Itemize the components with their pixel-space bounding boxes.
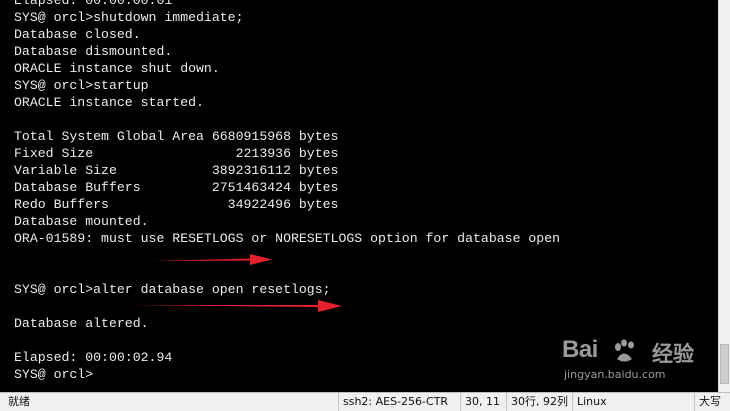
status-connection: ssh2: AES-256-CTR — [338, 393, 460, 411]
terminal-lines: Elapsed: 00:00:00.01 SYS@ orcl>shutdown … — [14, 0, 714, 383]
status-cursor: 30, 11 — [460, 393, 506, 411]
terminal-line: Database altered. — [14, 316, 149, 331]
terminal-line: Elapsed: 00:00:00.01 — [14, 0, 173, 8]
terminal-prompt-line: SYS@ orcl> — [14, 367, 94, 382]
terminal-line: Redo Buffers 34922496 bytes — [14, 197, 339, 212]
terminal-line: SYS@ orcl>startup — [14, 78, 149, 93]
terminal-line: Variable Size 3892316112 bytes — [14, 163, 339, 178]
terminal-line: Database mounted. — [14, 214, 149, 229]
scrollbar-thumb[interactable] — [720, 344, 729, 384]
terminal-error-line: ORA-01589: must use RESETLOGS or NORESET… — [14, 231, 561, 246]
terminal-output[interactable]: Elapsed: 00:00:00.01 SYS@ orcl>shutdown … — [0, 0, 718, 392]
status-bar: 就绪 ssh2: AES-256-CTR 30, 11 30行, 92列 Lin… — [0, 392, 730, 411]
terminal-line: Fixed Size 2213936 bytes — [14, 146, 339, 161]
terminal-line: ORACLE instance started. — [14, 95, 204, 110]
terminal-line: SYS@ orcl>shutdown immediate; — [14, 10, 244, 25]
terminal-line: Database closed. — [14, 27, 141, 42]
status-position: 30行, 92列 — [506, 393, 572, 411]
terminal-command-line: SYS@ orcl>alter database open resetlogs; — [14, 282, 331, 297]
status-os: Linux — [572, 393, 694, 411]
terminal-line: ORACLE instance shut down. — [14, 61, 220, 76]
terminal-line: Database dismounted. — [14, 44, 173, 59]
red-arrow-annotation-1 — [152, 254, 272, 265]
status-ready: 就绪 — [8, 395, 30, 408]
terminal-line: Database Buffers 2751463424 bytes — [14, 180, 339, 195]
red-arrow-annotation-2 — [130, 300, 342, 312]
vertical-scrollbar[interactable] — [718, 0, 730, 392]
terminal-line: Total System Global Area 6680915968 byte… — [14, 129, 339, 144]
status-caps: 大写 — [694, 393, 730, 411]
terminal-line: Elapsed: 00:00:02.94 — [14, 350, 173, 365]
ssh-client-window: Elapsed: 00:00:00.01 SYS@ orcl>shutdown … — [0, 0, 730, 411]
